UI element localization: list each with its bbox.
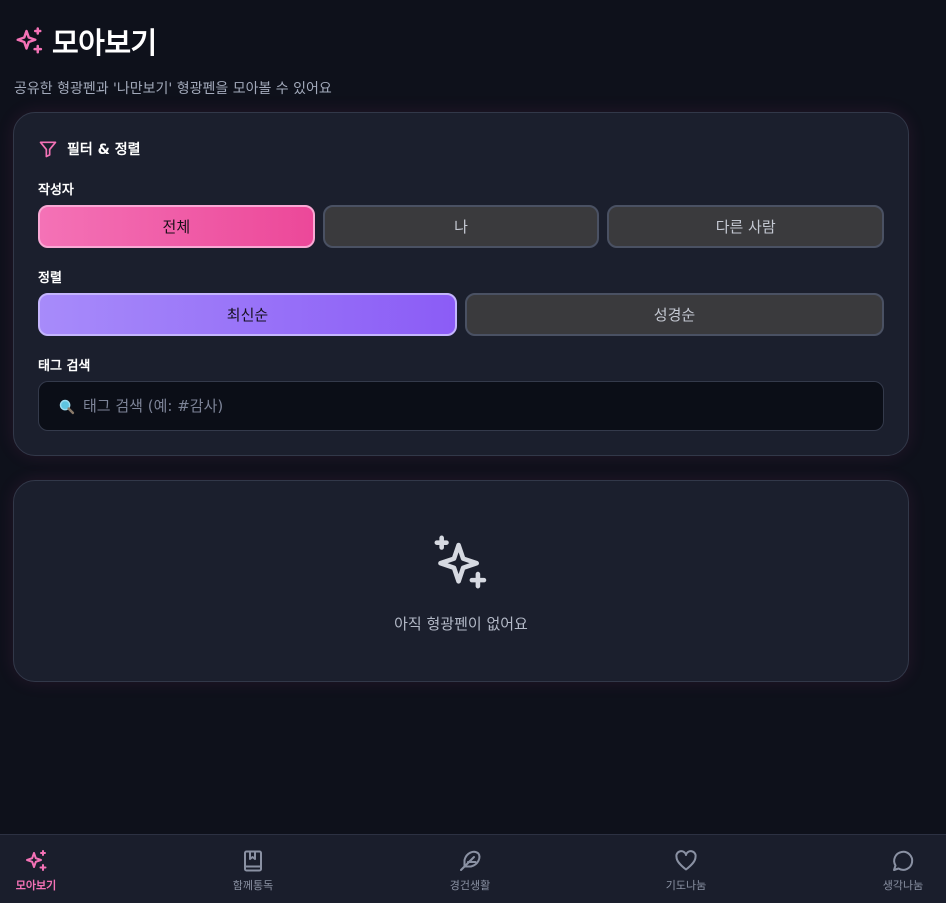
filter-title: 필터 & 정렬 (67, 142, 141, 158)
author-all-button[interactable]: 전체 (38, 205, 315, 248)
nav-label: 기도나눔 (665, 879, 707, 892)
page-header: 모아보기 공유한 형광펜과 '나만보기' 형광펜을 모아볼 수 있어요 (14, 20, 332, 98)
nav-item-devotional-life[interactable]: 경건생활 (430, 849, 510, 893)
sort-latest-button[interactable]: 최신순 (38, 293, 457, 336)
page-title: 모아보기 (52, 26, 157, 60)
book-icon (241, 849, 265, 873)
sparkles-icon (432, 533, 490, 595)
sparkles-icon (24, 849, 48, 873)
nav-item-thought-sharing[interactable]: 생각나눔 (863, 849, 943, 893)
chat-bubble-icon (891, 849, 915, 873)
filter-header: 필터 & 정렬 (38, 139, 140, 159)
nav-label: 함께통독 (232, 879, 274, 892)
sort-options: 최신순 성경순 (38, 293, 884, 336)
nav-label: 경건생활 (449, 879, 491, 892)
nav-item-reading-together[interactable]: 함께통독 (213, 849, 293, 893)
tag-search-label: 태그 검색 (38, 359, 91, 374)
author-label: 작성자 (38, 183, 74, 198)
magnifier-icon (57, 397, 75, 415)
bottom-nav: 모아보기 함께통독 경건생활 기도나눔 생각나눔 (0, 834, 946, 903)
nav-label: 모아보기 (15, 879, 57, 892)
filter-icon (38, 139, 58, 159)
author-me-button[interactable]: 나 (322, 205, 600, 248)
sort-label: 정렬 (38, 271, 62, 286)
author-options: 전체 나 다른 사람 (38, 205, 885, 248)
page-subtitle: 공유한 형광펜과 '나만보기' 형광펜을 모아볼 수 있어요 (14, 81, 332, 97)
title-row: 모아보기 (14, 20, 332, 62)
author-others-button[interactable]: 다른 사람 (607, 205, 885, 248)
page: 모아보기 공유한 형광펜과 '나만보기' 형광펜을 모아볼 수 있어요 필터 &… (0, 0, 946, 903)
nav-label: 생각나눔 (882, 879, 924, 892)
tag-search-box (38, 381, 884, 431)
empty-state: 아직 형광펜이 없어요 (14, 533, 908, 634)
filter-sort-card: 필터 & 정렬 작성자 전체 나 다른 사람 정렬 최신순 성경순 태그 검색 (13, 112, 909, 456)
heart-icon (674, 849, 698, 873)
empty-state-message: 아직 형광펜이 없어요 (394, 615, 528, 633)
nav-item-collection[interactable]: 모아보기 (0, 849, 76, 893)
sparkles-icon (14, 26, 44, 56)
empty-state-card: 아직 형광펜이 없어요 (13, 480, 909, 682)
sort-bible-order-button[interactable]: 성경순 (465, 293, 884, 336)
nav-item-prayer-sharing[interactable]: 기도나눔 (646, 849, 726, 893)
feather-icon (458, 849, 482, 873)
tag-search-input[interactable] (83, 382, 883, 430)
